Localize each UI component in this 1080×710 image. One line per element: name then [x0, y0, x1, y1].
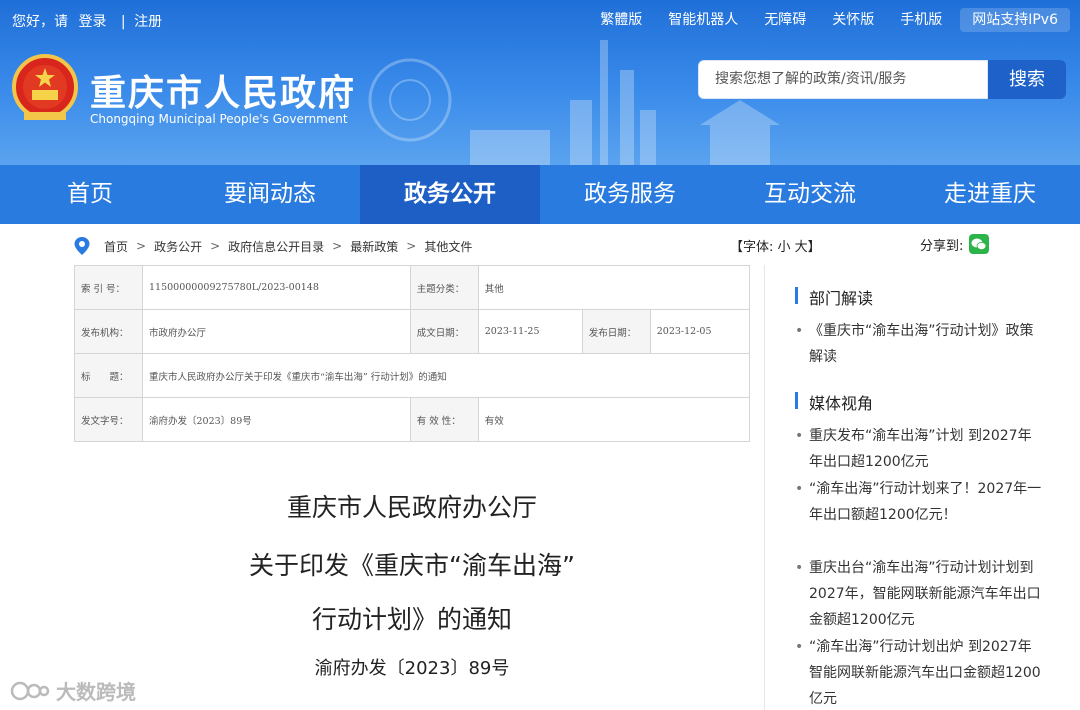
- traditional-chinese-link[interactable]: 繁體版: [600, 8, 642, 32]
- watermark: 大数跨境: [10, 676, 136, 705]
- location-pin-icon: [74, 237, 90, 255]
- table-row: 发文字号： 渝府办发〔2023〕89号 有 效 性： 有效: [74, 397, 751, 442]
- register-link[interactable]: 注册: [134, 14, 162, 30]
- top-bar: 您好，请 登录 | 注册 繁體版 智能机器人 无障碍 关怀版 手机版 网站支持I…: [0, 0, 1080, 40]
- media-view-title: 媒体视角: [795, 390, 873, 414]
- index-label: 索 引 号：: [74, 265, 143, 310]
- org-value: 市政府办公厅: [142, 309, 411, 354]
- published-date-label: 发布日期：: [581, 309, 651, 354]
- care-mode-link[interactable]: 关怀版: [832, 8, 874, 32]
- breadcrumb-separator: >: [136, 239, 147, 253]
- published-date-value: 2023-12-05: [649, 309, 751, 354]
- media-link-1[interactable]: 重庆发布“渝车出海”计划 到2027年年出口超1200亿元: [795, 423, 1045, 475]
- breadcrumb-item-directory[interactable]: 政府信息公开目录: [228, 238, 324, 255]
- breadcrumb-item-home[interactable]: 首页: [104, 238, 128, 255]
- breadcrumb-separator: >: [210, 239, 221, 253]
- breadcrumb-item-latest-policy[interactable]: 最新政策: [350, 238, 398, 255]
- main-nav: 首页 要闻动态 政务公开 政务服务 互动交流 走进重庆: [0, 165, 1080, 224]
- org-label: 发布机构：: [74, 309, 143, 354]
- breadcrumb-separator: >: [332, 239, 343, 253]
- docno-value: 渝府办发〔2023〕89号: [142, 397, 411, 442]
- document-title-line1: 关于印发《重庆市“渝车出海”: [249, 551, 575, 580]
- written-date-label: 成文日期：: [409, 309, 479, 354]
- greeting-text: 您好，请: [12, 14, 68, 30]
- search-button[interactable]: 搜索: [988, 60, 1066, 99]
- top-links: 繁體版 智能机器人 无障碍 关怀版 手机版 网站支持IPv6: [574, 8, 1070, 32]
- dept-interpretation-link[interactable]: 《重庆市“渝车出海”行动计划》政策解读: [795, 318, 1045, 370]
- validity-value: 有效: [477, 397, 751, 442]
- docno-label: 发文字号：: [74, 397, 143, 442]
- index-value: 11500000009275780L/2023-00148: [142, 265, 411, 310]
- national-emblem-icon[interactable]: [12, 54, 78, 126]
- dept-interpretation-title: 部门解读: [795, 285, 873, 309]
- nav-government-affairs[interactable]: 政务公开: [360, 165, 540, 224]
- greeting: 您好，请 登录 | 注册: [12, 11, 168, 31]
- breadcrumb-item-other-docs[interactable]: 其他文件: [424, 238, 472, 255]
- wechat-icon[interactable]: [969, 234, 990, 254]
- right-sidebar: 部门解读 《重庆市“渝车出海”行动计划》政策解读 媒体视角 重庆发布“渝车出海”…: [764, 265, 1080, 710]
- ipv6-badge[interactable]: 网站支持IPv6: [960, 8, 1070, 32]
- document-info-table: 索 引 号： 11500000009275780L/2023-00148 主题分…: [74, 265, 751, 442]
- title-value: 重庆市人民政府办公厅关于印发《重庆市“渝车出海” 行动计划》的通知: [142, 353, 750, 398]
- robot-link[interactable]: 智能机器人: [668, 8, 738, 32]
- search-input[interactable]: 搜索您想了解的政策/资讯/服务: [698, 60, 988, 99]
- title-label: 标 题：: [74, 353, 143, 398]
- breadcrumb-separator: >: [406, 239, 417, 253]
- nav-home[interactable]: 首页: [0, 165, 180, 224]
- media-link-4[interactable]: “渝车出海”行动计划出炉 到2027年智能网联新能源汽车出口金额超1200亿元: [795, 634, 1045, 710]
- mobile-link[interactable]: 手机版: [900, 8, 942, 32]
- breadcrumb: 首页 > 政务公开 > 政府信息公开目录 > 最新政策 > 其他文件: [74, 236, 472, 256]
- document-number: 渝府办发〔2023〕89号: [314, 658, 510, 679]
- divider: |: [120, 14, 126, 30]
- written-date-value: 2023-11-25: [477, 309, 583, 354]
- topic-label: 主题分类：: [409, 265, 479, 310]
- media-link-2[interactable]: “渝车出海”行动计划来了！2027年一年出口额超1200亿元！: [795, 476, 1045, 528]
- share-bar: 分享到:: [920, 234, 990, 254]
- table-row: 发布机构： 市政府办公厅 成文日期： 2023-11-25 发布日期： 2023…: [74, 309, 751, 354]
- site-title[interactable]: 重庆市人民政府: [90, 64, 356, 116]
- breadcrumb-item-gov-affairs[interactable]: 政务公开: [154, 238, 202, 255]
- share-label: 分享到:: [920, 238, 964, 254]
- accessibility-link[interactable]: 无障碍: [764, 8, 806, 32]
- nav-interaction[interactable]: 互动交流: [720, 165, 900, 224]
- table-row: 索 引 号： 11500000009275780L/2023-00148 主题分…: [74, 265, 751, 310]
- table-row: 标 题： 重庆市人民政府办公厅关于印发《重庆市“渝车出海” 行动计划》的通知: [74, 353, 750, 398]
- topic-value: 其他: [477, 265, 751, 310]
- watermark-text: 大数跨境: [56, 680, 136, 704]
- login-link[interactable]: 登录: [78, 14, 106, 30]
- font-size-control[interactable]: 【字体: 小 大】: [730, 236, 821, 255]
- nav-services[interactable]: 政务服务: [540, 165, 720, 224]
- document-issuer: 重庆市人民政府办公厅: [286, 493, 537, 522]
- site-subtitle: Chongqing Municipal People's Government: [90, 112, 348, 126]
- document-title-line2: 行动计划》的通知: [311, 605, 512, 634]
- nav-about-chongqing[interactable]: 走进重庆: [900, 165, 1080, 224]
- watermark-logo-icon: [10, 681, 50, 700]
- nav-news[interactable]: 要闻动态: [180, 165, 360, 224]
- validity-label: 有 效 性：: [409, 397, 479, 442]
- site-header: 您好，请 登录 | 注册 繁體版 智能机器人 无障碍 关怀版 手机版 网站支持I…: [0, 0, 1080, 165]
- media-link-3[interactable]: 重庆出台“渝车出海”行动计划计划到2027年，智能网联新能源汽车年出口金额超12…: [795, 555, 1045, 633]
